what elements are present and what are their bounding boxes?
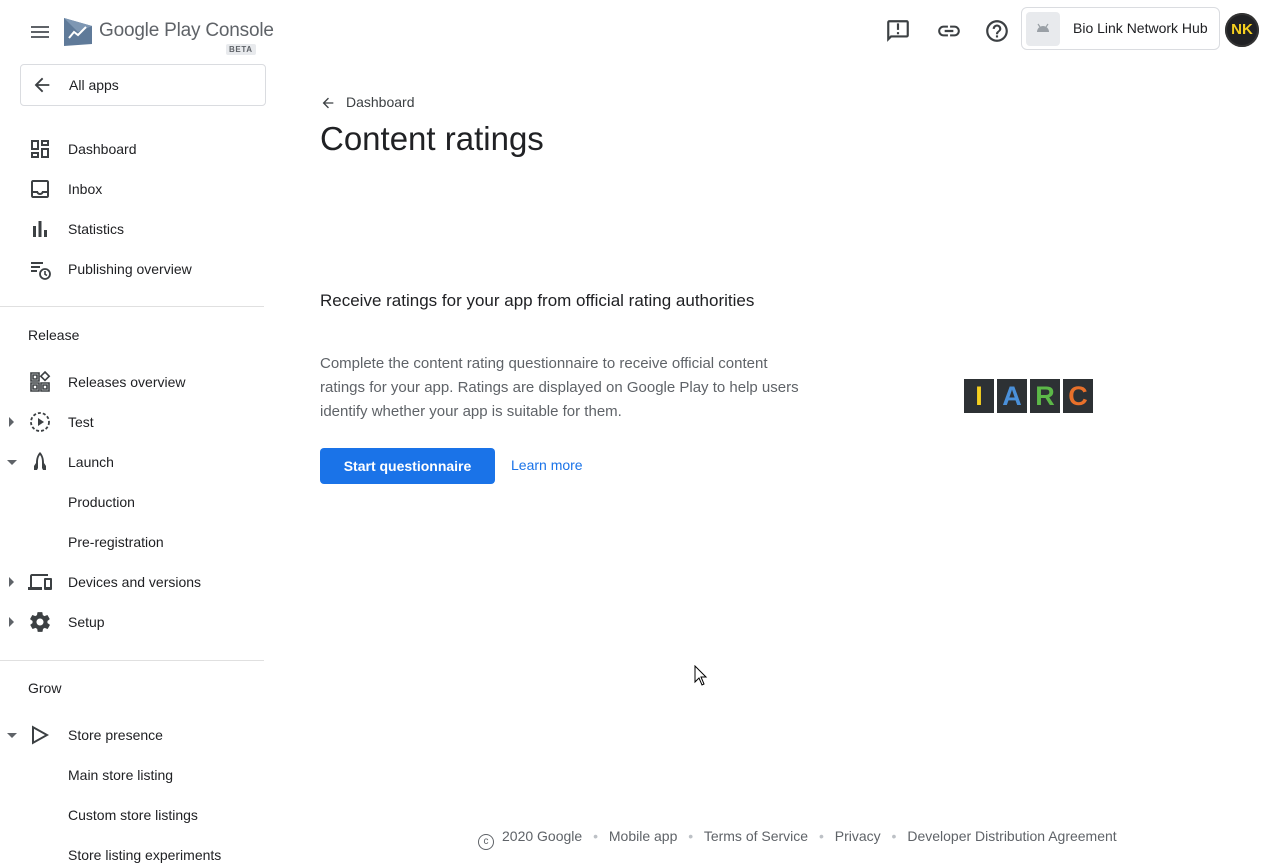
- footer: c 2020 Google • Mobile app • Terms of Ser…: [478, 828, 1117, 850]
- sidebar-item-main-store-listing[interactable]: Main store listing: [0, 755, 264, 795]
- section-title-release: Release: [28, 327, 80, 343]
- sidebar-item-devices-and-versions[interactable]: Devices and versions: [0, 562, 264, 602]
- sidebar-item-label: Releases overview: [68, 374, 186, 390]
- brand-google: Google Play: [99, 20, 201, 41]
- devices-icon: [28, 570, 52, 594]
- copyright-icon: c: [478, 834, 494, 850]
- sidebar-item-store-presence[interactable]: Store presence: [0, 715, 264, 755]
- top-app-bar: Google Play Console BETA Bio Link Networ…: [0, 0, 1280, 64]
- sidebar-item-setup[interactable]: Setup: [0, 602, 264, 642]
- sidebar-item-label: Pre-registration: [68, 534, 164, 550]
- test-icon: [28, 410, 52, 434]
- sidebar-item-publishing-overview[interactable]: Publishing overview: [0, 249, 264, 289]
- brand-title[interactable]: Google Play Console: [99, 20, 274, 42]
- iarc-letter: A: [1002, 381, 1022, 411]
- breadcrumb-label: Dashboard: [346, 94, 415, 110]
- brand-console: Console: [205, 20, 274, 41]
- inbox-icon: [28, 177, 52, 201]
- sidebar: All apps Dashboard Inbox Statistics Publ…: [0, 64, 266, 864]
- avatar[interactable]: NK: [1225, 13, 1259, 47]
- sidebar-item-label: Publishing overview: [68, 261, 192, 277]
- card-heading: Receive ratings for your app from offici…: [320, 291, 755, 310]
- sidebar-item-releases-overview[interactable]: Releases overview: [0, 362, 264, 402]
- publishing-overview-icon: [28, 257, 52, 281]
- sidebar-item-store-listing-experiments[interactable]: Store listing experiments: [0, 835, 264, 864]
- launch-icon: [28, 450, 52, 474]
- all-apps-label: All apps: [69, 77, 119, 93]
- divider: [0, 306, 264, 307]
- sidebar-item-label: Store presence: [68, 727, 163, 743]
- copyright-text: 2020 Google: [502, 828, 583, 844]
- sidebar-item-production[interactable]: Production: [0, 482, 264, 522]
- help-icon[interactable]: [984, 18, 1010, 44]
- chevron-right-icon[interactable]: [9, 617, 14, 627]
- learn-more-link[interactable]: Learn more: [511, 457, 583, 473]
- link-icon[interactable]: [936, 18, 962, 44]
- chevron-right-icon[interactable]: [9, 417, 14, 427]
- sidebar-item-custom-store-listings[interactable]: Custom store listings: [0, 795, 264, 835]
- separator-dot: •: [593, 828, 598, 844]
- footer-link-dda[interactable]: Developer Distribution Agreement: [907, 828, 1116, 844]
- iarc-logo: I A R C: [964, 379, 1094, 413]
- sidebar-item-label: Custom store listings: [68, 807, 198, 823]
- sidebar-item-dashboard[interactable]: Dashboard: [0, 129, 264, 169]
- iarc-letter-r: R: [1030, 379, 1060, 413]
- arrow-back-icon: [320, 95, 336, 116]
- sidebar-item-launch[interactable]: Launch: [0, 442, 264, 482]
- feedback-icon[interactable]: [885, 18, 911, 44]
- iarc-letter: I: [975, 381, 983, 411]
- page-title: Content ratings: [320, 120, 544, 157]
- iarc-letter: C: [1068, 381, 1088, 411]
- sidebar-item-label: Launch: [68, 454, 114, 470]
- sidebar-item-label: Production: [68, 494, 135, 510]
- iarc-letter: R: [1035, 381, 1055, 411]
- chevron-down-icon[interactable]: [7, 733, 17, 738]
- footer-link-terms[interactable]: Terms of Service: [704, 828, 808, 844]
- sidebar-item-label: Devices and versions: [68, 574, 202, 590]
- chevron-right-icon[interactable]: [9, 577, 14, 587]
- sidebar-item-test[interactable]: Test: [0, 402, 264, 442]
- iarc-letter-c: C: [1063, 379, 1093, 413]
- footer-link-mobile-app[interactable]: Mobile app: [609, 828, 678, 844]
- sidebar-item-label: Main store listing: [68, 767, 174, 783]
- chevron-down-icon[interactable]: [7, 460, 17, 465]
- statistics-icon: [28, 217, 52, 241]
- sidebar-item-label: Dashboard: [68, 141, 137, 157]
- sidebar-item-label: Inbox: [68, 181, 103, 197]
- dashboard-icon: [28, 137, 52, 161]
- iarc-letter-i: I: [964, 379, 994, 413]
- start-questionnaire-button[interactable]: Start questionnaire: [320, 448, 495, 484]
- sidebar-item-label: Store listing experiments: [68, 847, 222, 863]
- sidebar-item-statistics[interactable]: Statistics: [0, 209, 264, 249]
- play-console-logo-icon[interactable]: [62, 16, 94, 48]
- sidebar-item-label: Setup: [68, 614, 105, 630]
- app-name: Bio Link Network Hub: [1073, 20, 1208, 36]
- iarc-letter-a: A: [997, 379, 1027, 413]
- sidebar-item-inbox[interactable]: Inbox: [0, 169, 264, 209]
- separator-dot: •: [818, 828, 824, 844]
- sidebar-item-label: Test: [68, 414, 94, 430]
- sidebar-item-label: Statistics: [68, 221, 125, 237]
- section-title-grow: Grow: [28, 680, 62, 696]
- card-body: Complete the content rating questionnair…: [320, 355, 799, 420]
- releases-overview-icon: [28, 370, 52, 394]
- separator-dot: •: [688, 828, 694, 844]
- store-presence-icon: [28, 723, 52, 747]
- menu-icon[interactable]: [28, 20, 52, 44]
- mouse-cursor-icon: [694, 664, 708, 692]
- divider: [0, 660, 264, 661]
- arrow-back-icon: [31, 74, 53, 101]
- app-selector[interactable]: Bio Link Network Hub: [1021, 7, 1220, 50]
- settings-icon: [28, 610, 52, 634]
- all-apps-button[interactable]: All apps: [20, 64, 266, 106]
- beta-badge: BETA: [226, 44, 256, 55]
- sidebar-item-pre-registration[interactable]: Pre-registration: [0, 522, 264, 562]
- android-icon: [1026, 12, 1060, 46]
- separator-dot: •: [891, 828, 897, 844]
- footer-link-privacy[interactable]: Privacy: [835, 828, 881, 844]
